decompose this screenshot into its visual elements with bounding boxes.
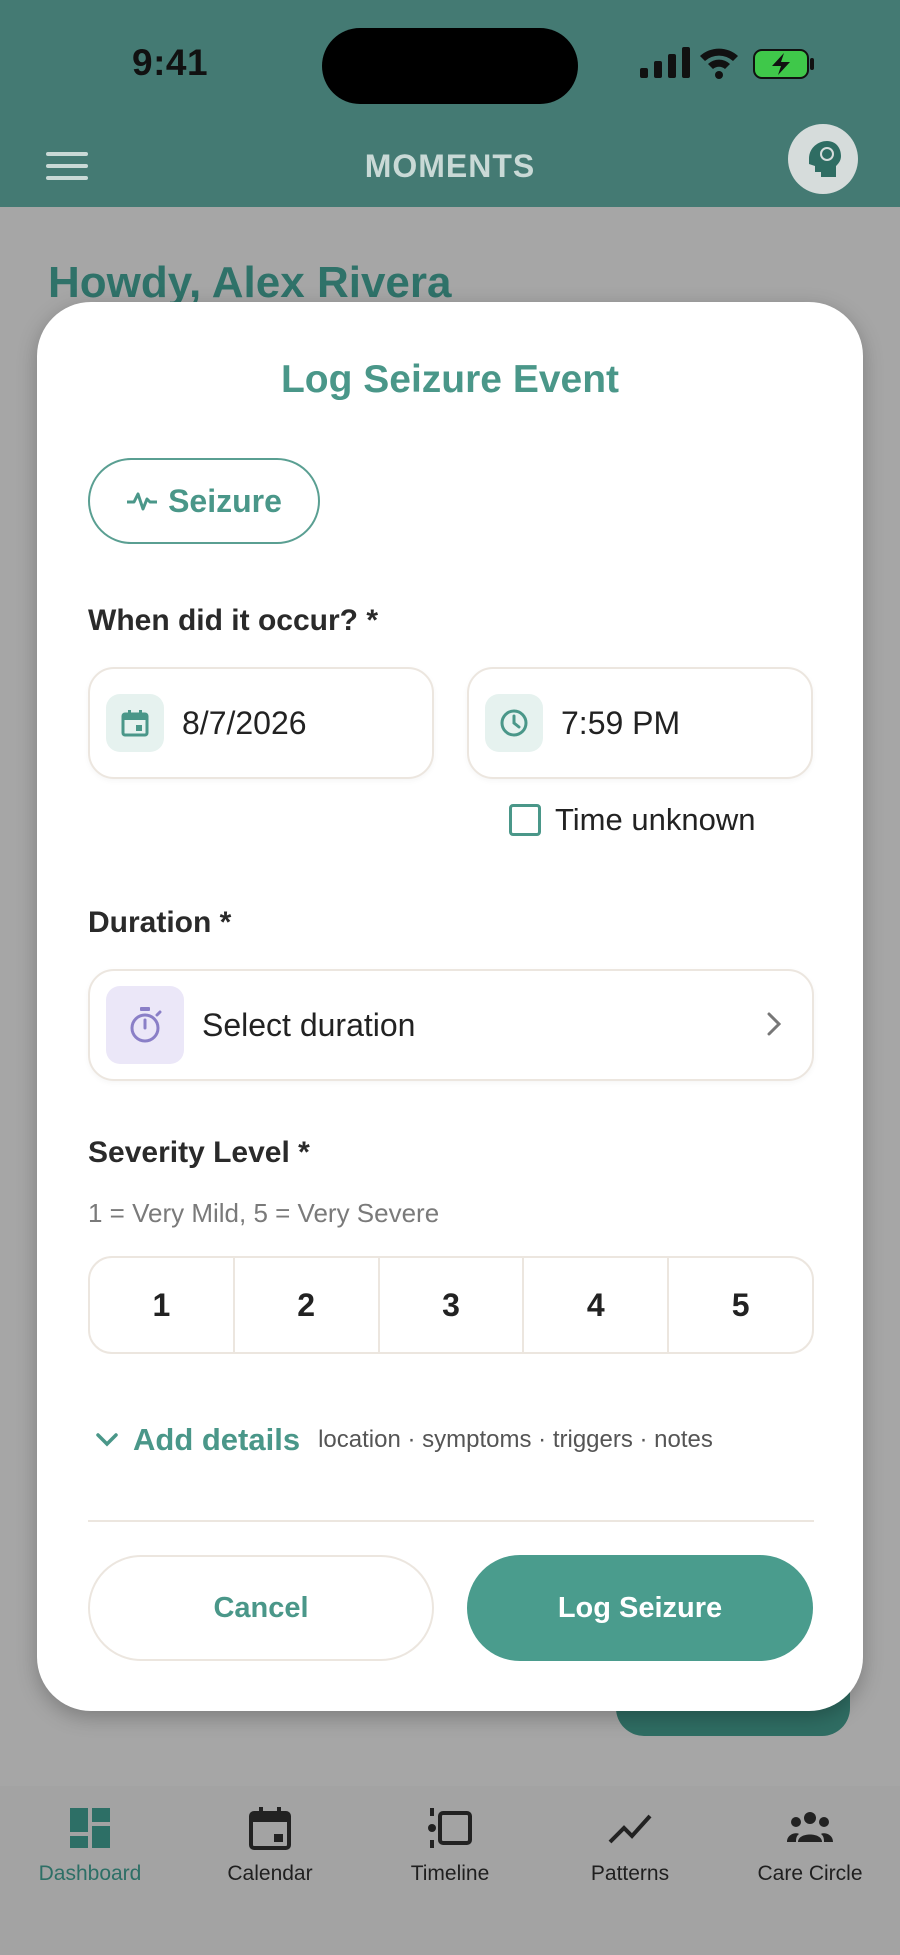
profile-avatar[interactable] (788, 124, 858, 194)
add-details-toggle[interactable]: Add details location · symptoms · trigge… (95, 1422, 713, 1458)
dashboard-greeting: Howdy, Alex Rivera (48, 258, 452, 307)
bottom-navigation: Dashboard Calendar Timeline Patterns Car… (0, 1786, 900, 1955)
when-label: When did it occur? * (88, 604, 378, 637)
time-unknown-label: Time unknown (555, 802, 756, 837)
nav-label: Patterns (590, 1862, 670, 1885)
chevron-right-icon (767, 1012, 782, 1036)
dialog-divider (88, 1520, 814, 1522)
nav-label: Calendar (227, 1862, 313, 1885)
clock-icon (500, 709, 528, 737)
calendar-icon (249, 1807, 291, 1850)
severity-selector: 1 2 3 4 5 (88, 1256, 814, 1354)
log-seizure-dialog: Log Seizure Event Seizure When did it oc… (37, 302, 863, 1711)
time-unknown-checkbox[interactable] (509, 804, 541, 836)
stopwatch-icon (130, 1007, 162, 1043)
duration-label: Duration * (88, 906, 232, 939)
duration-icon-box (106, 986, 184, 1064)
app-header: 9:41 MOMENTS (0, 0, 900, 207)
chevron-down-icon (96, 1433, 118, 1447)
log-seizure-button[interactable]: Log Seizure (467, 1555, 813, 1661)
brain-head-icon (809, 141, 841, 177)
battery-charging-icon (753, 49, 814, 79)
event-type-chip[interactable]: Seizure (88, 458, 320, 544)
wifi-icon (700, 48, 738, 79)
status-time: 9:41 (132, 42, 209, 83)
time-value: 7:59 PM (561, 704, 681, 741)
nav-patterns[interactable]: Patterns (540, 1786, 720, 1955)
duration-placeholder: Select duration (202, 1006, 416, 1043)
severity-option-1[interactable]: 1 (90, 1258, 235, 1352)
cellular-signal-icon (640, 47, 690, 78)
duration-selector[interactable]: Select duration (88, 969, 814, 1081)
dynamic-island (322, 28, 578, 104)
severity-option-4[interactable]: 4 (524, 1258, 670, 1352)
pulse-icon (127, 492, 158, 511)
nav-calendar[interactable]: Calendar (180, 1786, 360, 1955)
event-type-label: Seizure (168, 482, 282, 519)
time-unknown-toggle[interactable]: Time unknown (509, 802, 755, 838)
trend-icon (608, 1814, 652, 1844)
dialog-title: Log Seizure Event (280, 358, 620, 401)
severity-hint: 1 = Very Mild, 5 = Very Severe (88, 1198, 440, 1228)
cancel-button[interactable]: Cancel (88, 1555, 434, 1661)
severity-option-3[interactable]: 3 (380, 1258, 525, 1352)
severity-option-2[interactable]: 2 (235, 1258, 380, 1352)
people-icon (787, 1812, 833, 1842)
severity-option-5[interactable]: 5 (669, 1258, 812, 1352)
nav-timeline[interactable]: Timeline (360, 1786, 540, 1955)
nav-label: Dashboard (38, 1862, 142, 1885)
time-field[interactable]: 7:59 PM (467, 667, 813, 779)
nav-care-circle[interactable]: Care Circle (720, 1786, 900, 1955)
date-field[interactable]: 8/7/2026 (88, 667, 434, 779)
nav-label: Timeline (410, 1862, 490, 1885)
calendar-icon (121, 710, 149, 737)
time-icon-box (485, 694, 543, 752)
date-icon-box (106, 694, 164, 752)
severity-label: Severity Level * (88, 1136, 310, 1169)
date-value: 8/7/2026 (182, 704, 307, 741)
nav-label: Care Circle (757, 1862, 863, 1885)
add-details-label: Add details (133, 1422, 301, 1457)
add-details-hint: location · symptoms · triggers · notes (318, 1426, 713, 1453)
nav-dashboard[interactable]: Dashboard (0, 1786, 180, 1955)
dashboard-icon (70, 1808, 110, 1848)
timeline-icon (428, 1808, 472, 1848)
app-title: MOMENTS (364, 148, 536, 184)
